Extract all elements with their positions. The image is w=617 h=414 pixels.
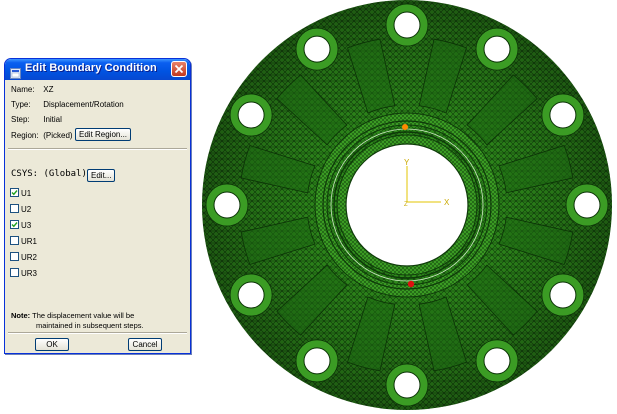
dof-row-ur3: UR3 — [10, 268, 37, 280]
checkmark-icon — [11, 190, 18, 196]
model-viewport[interactable]: Y X Z — [195, 0, 617, 410]
bolt-hole — [483, 347, 511, 375]
checkbox-label: UR2 — [21, 253, 38, 262]
name-row: Name: XZ — [11, 84, 53, 96]
flange-mesh-render: Y X Z — [202, 0, 612, 410]
note-line-2: maintained in subsequent steps. — [36, 321, 144, 330]
dialog-title: Edit Boundary Condition — [25, 62, 157, 74]
checkbox-label: UR1 — [21, 237, 38, 246]
bolt-hole — [393, 371, 421, 399]
name-label: Name: — [11, 85, 35, 94]
edit-boundary-condition-dialog: Edit Boundary Condition Name: XZ Type: D… — [4, 58, 191, 354]
close-button[interactable] — [171, 61, 187, 77]
dof-row-ur1: UR1 — [10, 236, 37, 248]
dof-row-ur2: UR2 — [10, 252, 37, 264]
note-line-1: The displacement value will be — [32, 311, 135, 320]
divider — [8, 148, 187, 150]
region-row: Region: (Picked) Edit Region... — [11, 128, 187, 142]
checkbox-label: UR3 — [21, 269, 38, 278]
axis-z-label: Z — [404, 202, 408, 208]
axis-x-label: X — [444, 198, 450, 207]
bolt-hole — [549, 281, 577, 309]
type-value: Displacement/Rotation — [43, 100, 124, 109]
type-row: Type: Displacement/Rotation — [11, 99, 124, 111]
checkbox-label: U3 — [21, 221, 32, 230]
step-value: Initial — [43, 115, 62, 124]
bolt-hole — [213, 191, 241, 219]
bolt-hole — [549, 101, 577, 129]
bolt-hole — [393, 11, 421, 39]
checkbox-label: U2 — [21, 205, 32, 214]
selected-point-bottom — [407, 280, 415, 288]
dof-row-u1: U1 — [10, 188, 31, 200]
bolt-hole — [573, 191, 601, 219]
checkbox-u3[interactable] — [10, 220, 19, 229]
csys-edit-button[interactable]: Edit... — [87, 169, 116, 182]
name-value: XZ — [43, 85, 54, 94]
csys-label: CSYS: — [11, 169, 39, 179]
bolt-hole — [303, 347, 331, 375]
checkbox-u1[interactable] — [10, 188, 19, 197]
region-value: (Picked) — [43, 131, 73, 140]
csys-row: CSYS: (Global) Edit... — [11, 169, 187, 183]
csys-value: (Global) — [43, 169, 87, 179]
close-icon — [174, 64, 184, 74]
region-label: Region: — [11, 131, 39, 140]
bolt-hole — [483, 35, 511, 63]
checkbox-ur2[interactable] — [10, 252, 19, 261]
checkbox-ur1[interactable] — [10, 236, 19, 245]
dialog-titlebar[interactable]: Edit Boundary Condition — [5, 59, 190, 80]
divider — [8, 332, 187, 334]
dof-row-u3: U3 — [10, 220, 31, 232]
edit-region-button[interactable]: Edit Region... — [75, 128, 132, 141]
bolt-hole — [237, 281, 265, 309]
checkbox-u2[interactable] — [10, 204, 19, 213]
selected-point-top — [402, 124, 408, 130]
note-label: Note: — [11, 311, 31, 320]
app-icon — [10, 64, 21, 79]
cancel-button[interactable]: Cancel — [128, 338, 162, 351]
checkbox-label: U1 — [21, 189, 32, 198]
bolt-hole — [237, 101, 265, 129]
dof-row-u2: U2 — [10, 204, 31, 216]
type-label: Type: — [11, 100, 31, 109]
step-row: Step: Initial — [11, 114, 62, 126]
ok-button[interactable]: OK — [35, 338, 69, 351]
step-label: Step: — [11, 115, 30, 124]
checkmark-icon — [11, 222, 18, 228]
axis-y-label: Y — [404, 158, 410, 167]
note-text: Note: The displacement value will be mai… — [11, 311, 187, 331]
checkbox-ur3[interactable] — [10, 268, 19, 277]
bolt-hole — [303, 35, 331, 63]
